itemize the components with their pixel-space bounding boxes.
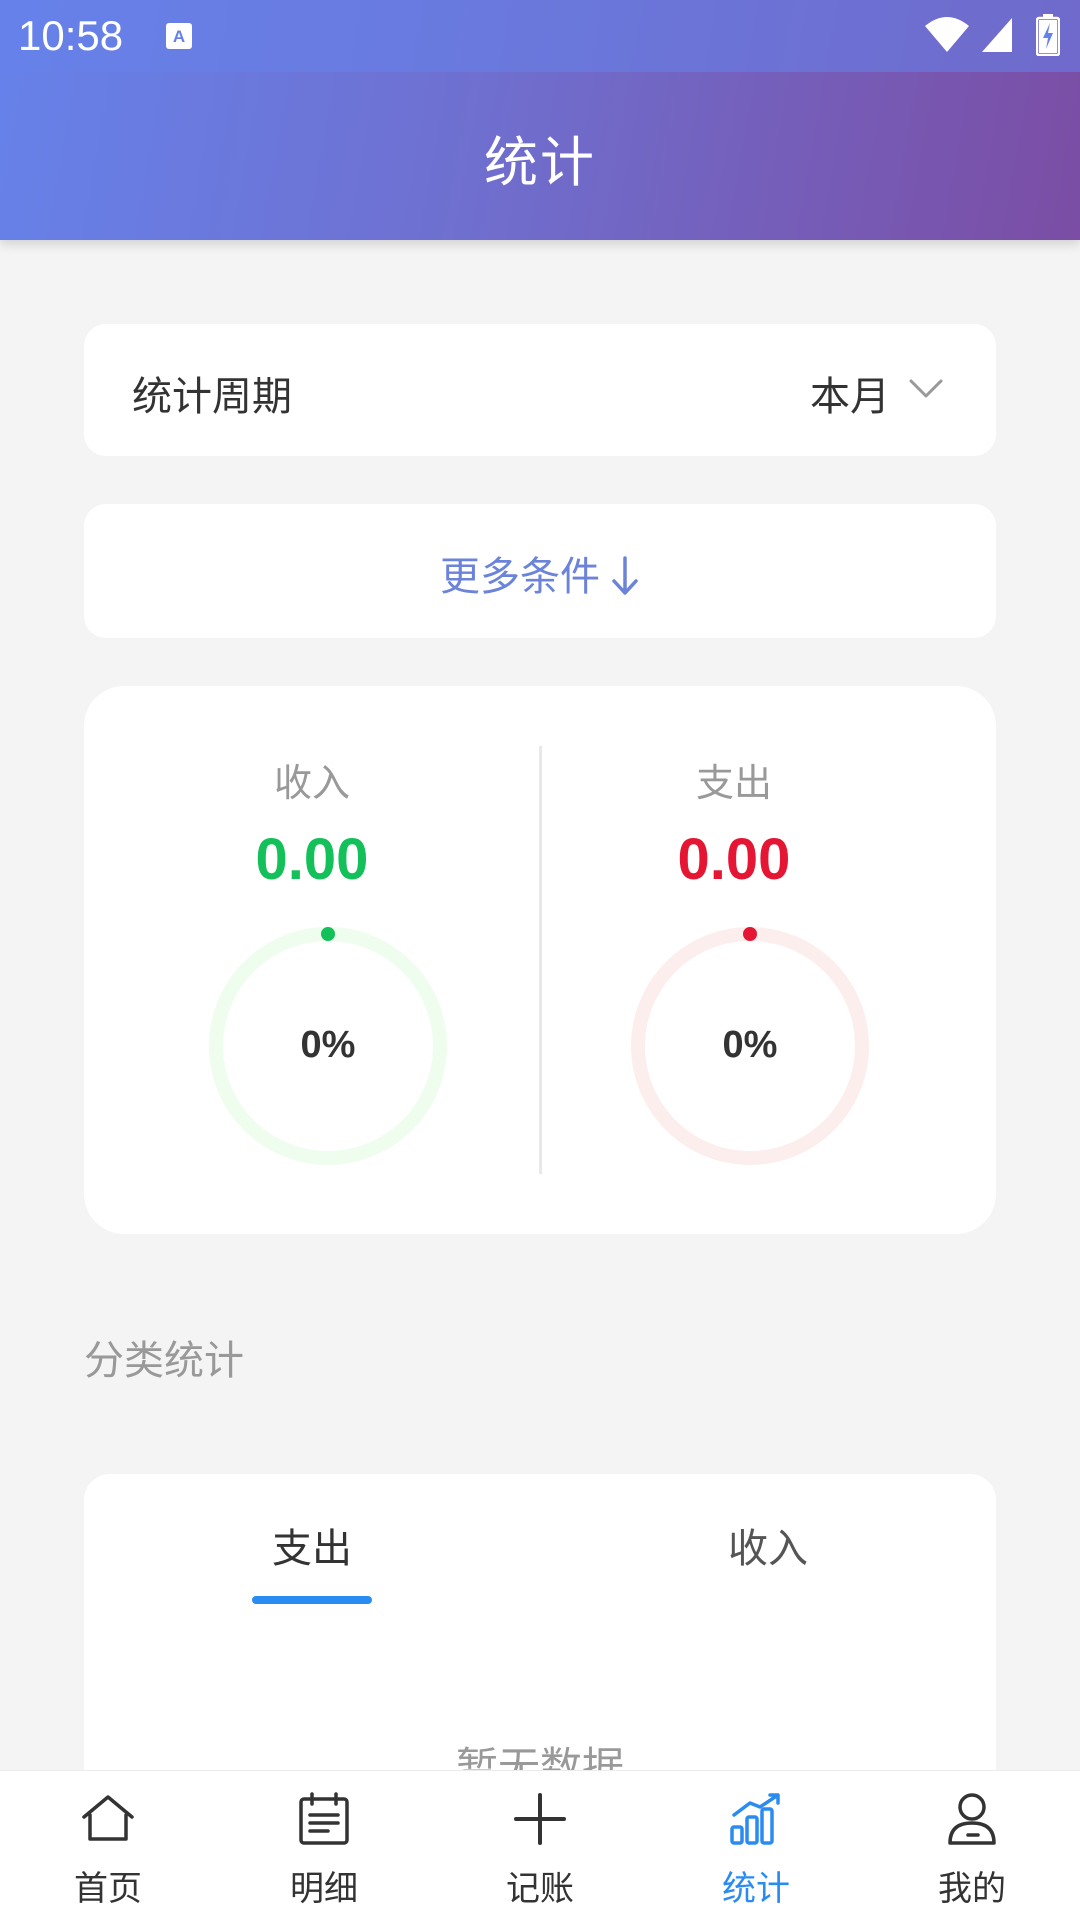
page-title: 统计 xyxy=(484,131,596,194)
tab-active-indicator xyxy=(252,1596,372,1604)
period-selector[interactable]: 统计周期 本月 xyxy=(84,324,996,456)
nav-label-home: 首页 xyxy=(74,1869,142,1909)
income-label: 收入 xyxy=(273,761,350,805)
app-header: 10:58 A 统计 xyxy=(0,0,1080,240)
nav-item-mine[interactable]: 我的 xyxy=(864,1771,1080,1920)
nav-label-mine: 我的 xyxy=(938,1869,1006,1909)
nav-item-detail[interactable]: 明细 xyxy=(216,1771,432,1920)
bar-chart-icon xyxy=(730,1793,780,1845)
nav-label-record: 记账 xyxy=(506,1869,574,1909)
category-section-title: 分类统计 xyxy=(84,1338,244,1384)
nav-label-statistics: 统计 xyxy=(722,1869,790,1909)
period-label: 统计周期 xyxy=(132,374,292,420)
list-doc-icon xyxy=(299,1792,349,1845)
period-value[interactable]: 本月 xyxy=(810,364,890,422)
wifi-icon xyxy=(925,17,969,52)
status-bar: 10:58 A xyxy=(0,0,1080,72)
expense-percent: 0% xyxy=(722,1024,778,1066)
nav-label-detail: 明细 xyxy=(290,1869,358,1909)
battery-charging-icon xyxy=(1036,14,1060,56)
nav-item-record[interactable]: 记账 xyxy=(432,1771,648,1920)
category-tabs-card: 支出 收入 暂无数据 xyxy=(84,1474,996,1794)
keyboard-a-icon: A xyxy=(166,23,192,49)
tab-expense[interactable]: 支出 xyxy=(84,1516,540,1574)
income-percent: 0% xyxy=(300,1024,356,1066)
home-icon xyxy=(82,1795,134,1841)
expense-summary: 支出 0.00 0% xyxy=(524,686,944,1234)
arrow-down-icon xyxy=(612,556,638,595)
more-conditions-button[interactable]: 更多条件 xyxy=(84,504,996,638)
svg-text:A: A xyxy=(173,27,185,46)
signal-icon xyxy=(982,18,1012,52)
plus-icon xyxy=(514,1793,566,1845)
nav-item-home[interactable]: 首页 xyxy=(0,1771,216,1920)
summary-card: 收入 0.00 0% 支出 0.00 0% xyxy=(84,686,996,1234)
status-time: 10:58 xyxy=(18,12,124,59)
tab-income[interactable]: 收入 xyxy=(540,1516,996,1574)
income-amount: 0.00 xyxy=(255,827,369,892)
income-summary: 收入 0.00 0% xyxy=(102,686,522,1234)
nav-item-statistics[interactable]: 统计 xyxy=(648,1771,864,1920)
expense-amount: 0.00 xyxy=(677,827,791,892)
bottom-nav: 首页 明细 记账 统计 我的 xyxy=(0,1770,1080,1920)
more-conditions-label: 更多条件 xyxy=(440,554,600,600)
chevron-down-icon[interactable] xyxy=(908,376,944,402)
expense-label: 支出 xyxy=(695,761,772,805)
user-icon xyxy=(948,1793,996,1845)
